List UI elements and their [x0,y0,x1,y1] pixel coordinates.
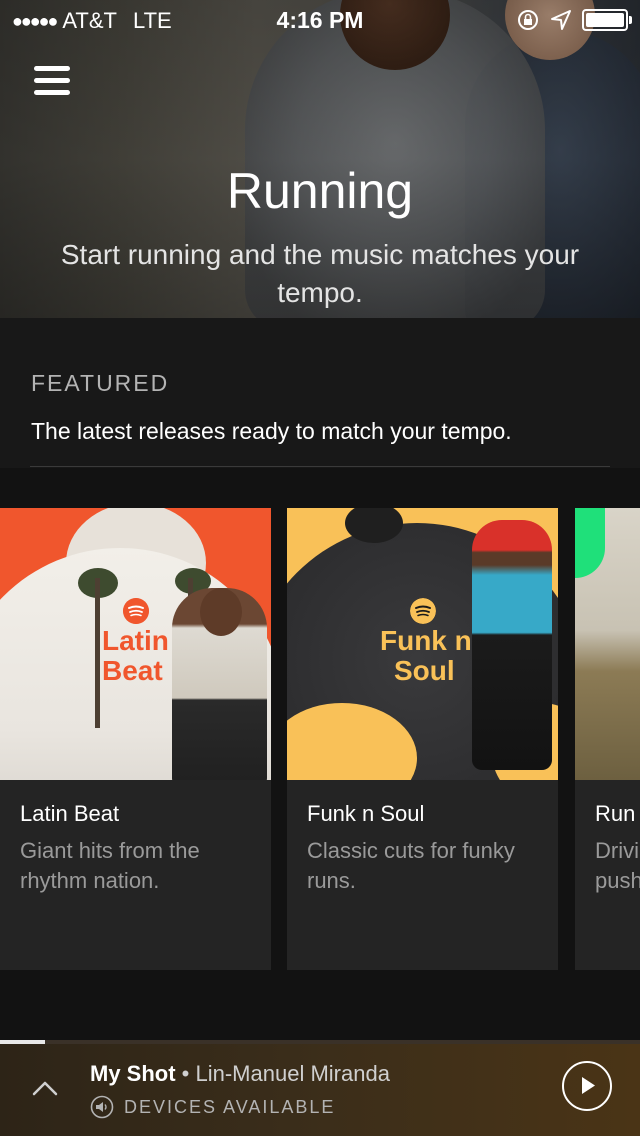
spotify-logo-icon [410,598,436,624]
featured-label: FEATURED [31,370,170,396]
cover-runner-image [472,520,552,770]
now-playing-track[interactable]: My Shot • Lin-Manuel Miranda [90,1061,390,1087]
playlist-description: Drivi push [595,838,640,893]
battery-icon [582,9,632,31]
playlist-title: Run [595,801,636,826]
page-subtitle: Start running and the music matches your… [60,239,580,308]
chevron-up-icon[interactable] [32,1076,58,1102]
playlist-card-run[interactable]: Run Drivi push [575,508,640,970]
page-title: Running [226,163,414,219]
playlist-title: Funk n Soul [307,801,425,826]
playback-progress-bar [0,1040,640,1044]
track-separator: • [175,1061,196,1086]
play-button[interactable] [562,1061,612,1111]
play-icon [582,1077,595,1094]
now-playing-bar[interactable]: My Shot • Lin-Manuel Miranda DEVICES AVA… [0,1040,640,1136]
section-divider [30,466,610,467]
cover-label: Latin Beat [102,625,169,686]
featured-description: The latest releases ready to match your … [31,418,512,444]
devices-label: DEVICES AVAILABLE [124,1096,336,1117]
playlist-card-funk-n-soul[interactable]: Funk n Soul Funk n Soul Classic cuts for… [287,508,558,970]
playlist-description: Classic cuts for funky runs. [307,838,515,893]
location-arrow-icon [551,10,571,30]
playlist-cover-latin-beat: Latin Beat [0,508,271,780]
devices-available[interactable]: DEVICES AVAILABLE [90,1095,335,1119]
playlist-cover-run [575,508,640,780]
playlist-title: Latin Beat [20,801,120,826]
now-playing-song: My Shot [90,1061,176,1086]
orientation-lock-icon [518,10,538,30]
status-icons [516,8,632,32]
spotify-logo-icon [123,598,149,624]
menu-icon[interactable] [34,66,70,96]
cover-label: Funk n Soul [380,625,472,686]
status-bar: ●●●●● AT&T LTE 4:16 PM [0,0,640,40]
speaker-icon [90,1095,114,1119]
playlist-card-latin-beat[interactable]: Latin Beat Latin Beat Giant hits from th… [0,508,271,970]
featured-section-header: FEATURED The latest releases ready to ma… [0,318,640,468]
now-playing-artist: Lin-Manuel Miranda [195,1061,390,1086]
playlist-cover-funk-n-soul: Funk n Soul [287,508,558,780]
playlist-description: Giant hits from the rhythm nation. [20,838,200,893]
